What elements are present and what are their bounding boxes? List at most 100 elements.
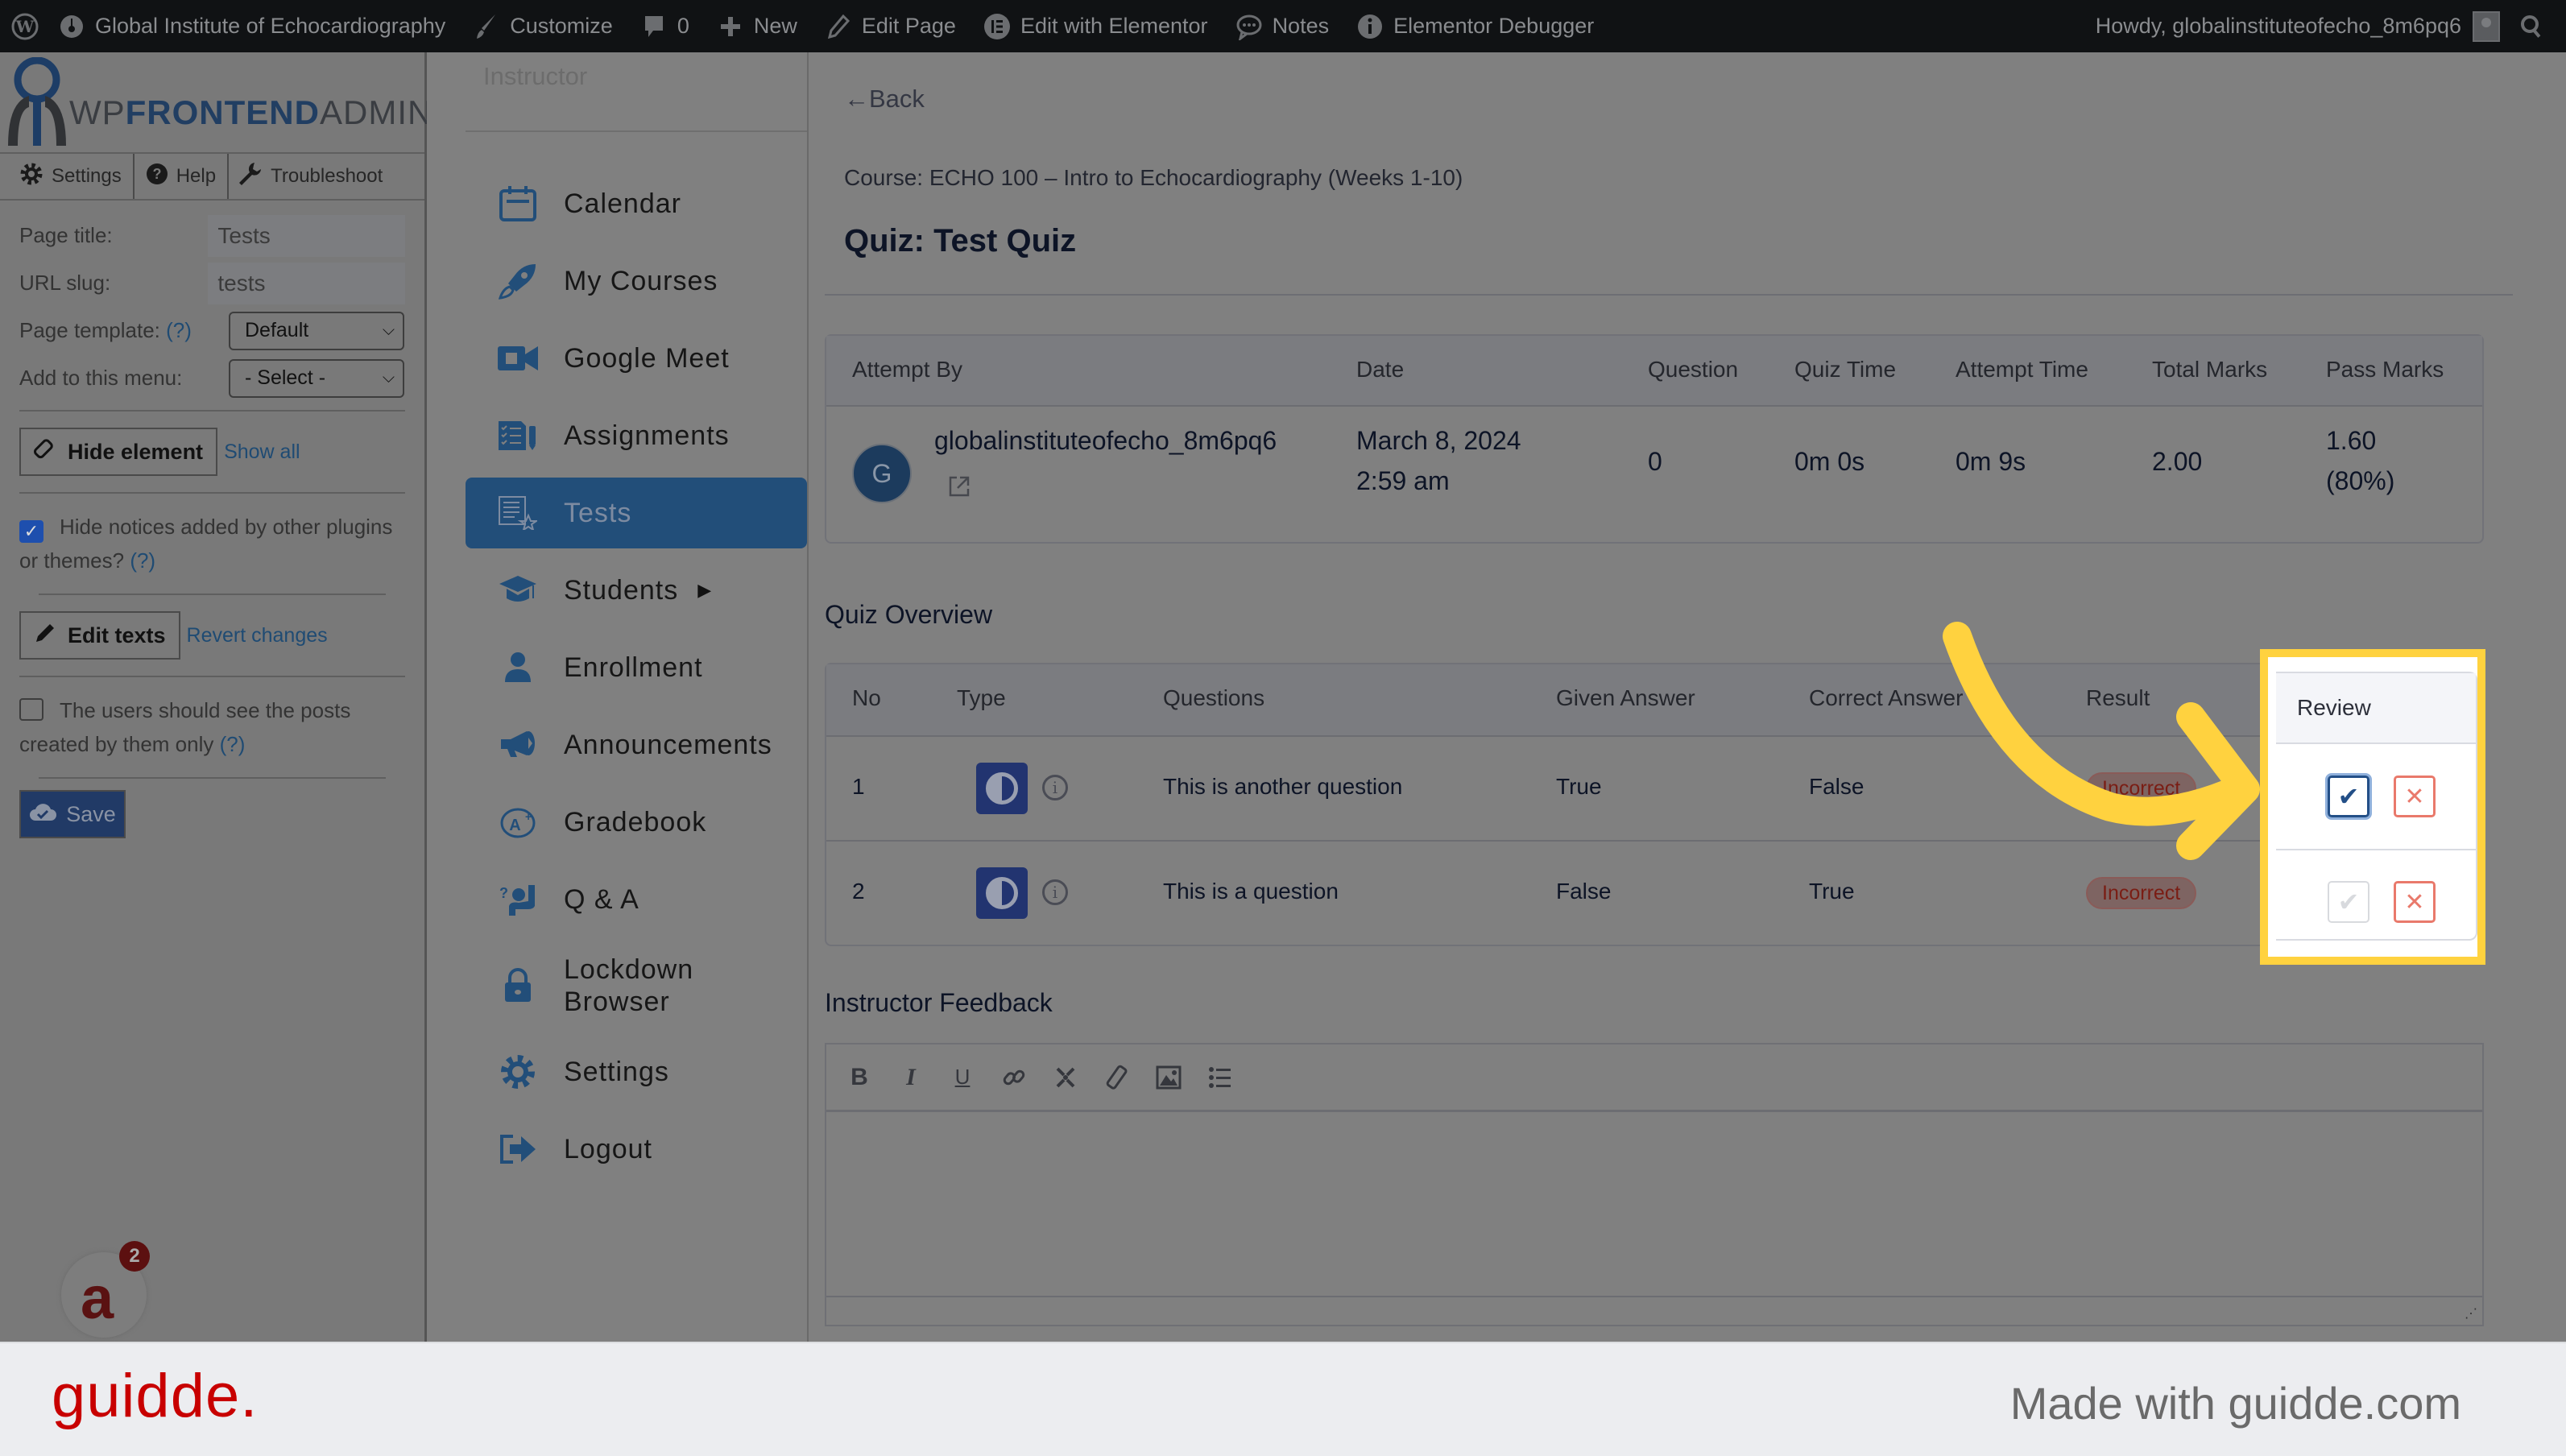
save-button[interactable]: Save bbox=[19, 790, 126, 838]
wpfa-logo-text: WPFRONTENDADMIN® bbox=[69, 93, 446, 131]
question-text: This is a question bbox=[1163, 879, 1339, 904]
notification-count-badge: 2 bbox=[119, 1241, 150, 1272]
wpfa-tab-settings[interactable]: Settings bbox=[0, 154, 135, 199]
approve-answer-button[interactable]: ✔ bbox=[2328, 776, 2369, 817]
nav-item-qa[interactable]: ? Q & A bbox=[466, 864, 807, 935]
wrench-icon bbox=[237, 161, 263, 192]
external-link-icon[interactable] bbox=[947, 474, 971, 503]
unlink-icon[interactable] bbox=[1052, 1061, 1079, 1094]
bold-icon[interactable]: B bbox=[846, 1061, 873, 1094]
comments-link[interactable]: 0 bbox=[640, 13, 689, 40]
own-posts-help-link[interactable]: (?) bbox=[220, 732, 246, 756]
bullet-list-icon[interactable] bbox=[1206, 1061, 1234, 1094]
wpfa-tab-help[interactable]: ? Help bbox=[135, 154, 230, 199]
logo-person-icon bbox=[5, 56, 66, 147]
eraser-icon[interactable] bbox=[1103, 1061, 1131, 1094]
divider bbox=[466, 130, 807, 132]
customize-link[interactable]: Customize bbox=[473, 13, 613, 40]
approve-answer-button[interactable]: ✔ bbox=[2328, 881, 2369, 923]
rocket-icon bbox=[498, 261, 538, 301]
feedback-textarea[interactable] bbox=[826, 1112, 2482, 1296]
plus-icon bbox=[717, 13, 744, 40]
total-marks: 2.00 bbox=[2152, 447, 2203, 476]
help-icon: ? bbox=[146, 163, 168, 191]
page-title-label: Page title: bbox=[19, 223, 113, 247]
svg-text:?: ? bbox=[499, 885, 509, 901]
italic-icon[interactable]: I bbox=[897, 1061, 925, 1094]
editor-toolbar: B I U bbox=[826, 1044, 2482, 1112]
wordpress-logo-button[interactable]: W bbox=[11, 13, 39, 40]
user-avatar[interactable] bbox=[2473, 10, 2500, 42]
reject-answer-button[interactable]: ✕ bbox=[2394, 881, 2436, 923]
nav-item-logout[interactable]: Logout bbox=[466, 1114, 807, 1185]
notes-link[interactable]: Notes bbox=[1235, 13, 1329, 40]
nav-item-assignments[interactable]: Assignments bbox=[466, 400, 807, 471]
nav-item-announcements[interactable]: Announcements bbox=[466, 709, 807, 780]
made-with-guidde: Made with guidde.com bbox=[2009, 1378, 2461, 1429]
elementor-debugger-link[interactable]: Elementor Debugger bbox=[1356, 13, 1594, 40]
table-row: 2 i This is a question False True Incorr… bbox=[826, 840, 2482, 945]
attempt-time: 0m 9s bbox=[1956, 447, 2026, 476]
attempt-user-link[interactable]: globalinstituteofecho_8m6pq6 bbox=[934, 426, 1277, 456]
url-slug-input[interactable]: tests bbox=[208, 262, 405, 304]
grade-icon: A + bbox=[498, 802, 538, 842]
nav-item-calendar[interactable]: Calendar bbox=[466, 168, 807, 239]
nav-item-google-meet[interactable]: Google Meet bbox=[466, 323, 807, 394]
nav-item-lockdown-browser[interactable]: Lockdown Browser bbox=[466, 941, 807, 1030]
attempt-table: Attempt By Date Question Quiz Time Attem… bbox=[825, 334, 2484, 544]
wpfa-logo: WPFRONTENDADMIN® bbox=[0, 52, 446, 154]
accessibility-widget-button[interactable]: a 2 bbox=[61, 1241, 150, 1338]
underline-icon[interactable]: U bbox=[949, 1061, 976, 1094]
widget-logo-icon: a bbox=[81, 1264, 114, 1331]
avatar: G bbox=[852, 444, 912, 503]
revert-changes-link[interactable]: Revert changes bbox=[187, 624, 328, 647]
edit-with-elementor-link[interactable]: Edit with Elementor bbox=[983, 13, 1208, 40]
info-icon bbox=[1356, 13, 1384, 40]
nav-item-my-courses[interactable]: My Courses bbox=[466, 246, 807, 316]
site-name-link[interactable]: Global Institute of Echocardiography bbox=[58, 13, 445, 40]
calendar-icon bbox=[498, 184, 538, 224]
speech-bubble-icon bbox=[1235, 13, 1263, 40]
reject-answer-button[interactable]: ✕ bbox=[2394, 776, 2436, 817]
page-template-select[interactable]: Default ⌵ bbox=[229, 311, 404, 350]
own-posts-checkbox[interactable] bbox=[19, 698, 43, 721]
back-link[interactable]: ←Back bbox=[844, 85, 925, 114]
submenu-caret-icon[interactable]: ▶ bbox=[697, 580, 712, 601]
menu-label: Add to this menu: bbox=[19, 366, 183, 390]
review-column-highlight: Review ✔ ✕ ✔ ✕ bbox=[2260, 649, 2485, 965]
nav-item-gradebook[interactable]: A + Gradebook bbox=[466, 787, 807, 858]
info-icon[interactable]: i bbox=[1042, 775, 1068, 800]
true-false-type-icon bbox=[976, 867, 1028, 919]
nav-item-students[interactable]: Students ▶ bbox=[466, 555, 807, 626]
question-hand-icon: ? bbox=[498, 879, 538, 920]
info-icon[interactable]: i bbox=[1042, 879, 1068, 905]
edit-page-link[interactable]: Edit Page bbox=[825, 13, 956, 40]
search-icon[interactable] bbox=[2518, 13, 2545, 40]
nav-item-enrollment[interactable]: Enrollment bbox=[466, 632, 807, 703]
hide-notices-help-link[interactable]: (?) bbox=[130, 548, 155, 573]
wp-frontend-admin-panel: WPFRONTENDADMIN® Settings ? Help Trouble… bbox=[0, 52, 446, 1342]
hide-notices-checkbox[interactable]: ✓ bbox=[19, 520, 43, 543]
image-icon[interactable] bbox=[1155, 1061, 1182, 1094]
show-all-link[interactable]: Show all bbox=[224, 441, 300, 464]
edit-texts-button[interactable]: Edit texts bbox=[19, 611, 180, 660]
logout-icon bbox=[498, 1129, 538, 1169]
menu-select[interactable]: - Select - ⌵ bbox=[229, 358, 404, 398]
wpfa-tab-troubleshoot[interactable]: Troubleshoot bbox=[229, 154, 394, 199]
nav-item-settings[interactable]: Settings bbox=[466, 1036, 807, 1107]
divider bbox=[39, 594, 386, 595]
howdy-user[interactable]: Howdy, globalinstituteofecho_8m6pq6 bbox=[2096, 14, 2461, 39]
wpfa-tabs: Settings ? Help Troubleshoot bbox=[0, 154, 424, 201]
svg-text:W: W bbox=[15, 17, 35, 36]
correct-answer: True bbox=[1809, 879, 1855, 904]
page-title-input[interactable]: Tests bbox=[208, 214, 405, 257]
hide-element-button[interactable]: Hide element bbox=[19, 428, 218, 476]
page-template-help-link[interactable]: (?) bbox=[166, 318, 192, 342]
new-content-link[interactable]: New bbox=[717, 13, 797, 40]
divider bbox=[19, 492, 405, 494]
nav-item-tests[interactable]: Tests bbox=[466, 478, 807, 548]
result-badge: Incorrect bbox=[2086, 772, 2197, 805]
resize-handle[interactable]: ⋰ bbox=[2465, 1305, 2477, 1322]
link-icon[interactable] bbox=[1000, 1061, 1028, 1094]
nav-section-title: Instructor bbox=[483, 62, 588, 90]
